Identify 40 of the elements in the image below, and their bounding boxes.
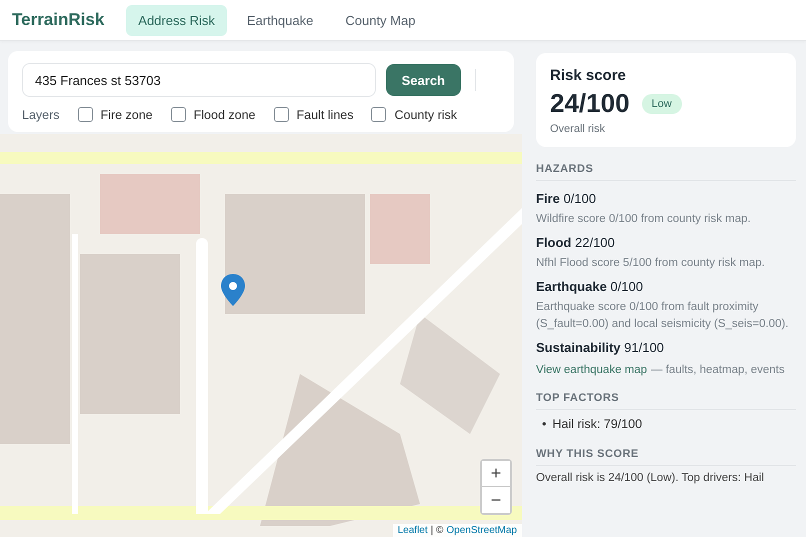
search-button[interactable]: Search (386, 64, 461, 96)
layers-label: Layers (22, 108, 60, 122)
building (370, 194, 430, 264)
hazard-title: Flood 22/100 (536, 235, 616, 250)
score-caption: Overall risk (550, 123, 606, 135)
score-explanation: Overall risk is 24/100 (Low). Top drivers: Hail (536, 472, 765, 484)
risk-score-value: 24/100 (550, 88, 630, 119)
checkbox-label: Fire zone (100, 108, 153, 122)
attribution-separator: | © (430, 525, 444, 536)
nav-tab[interactable]: Earthquake (234, 4, 326, 36)
bullet: • (542, 416, 546, 432)
zoom-in-button[interactable]: + (482, 461, 510, 487)
checkbox[interactable] (78, 107, 93, 122)
hazard-description: Earthquake score 0/100 from fault proximity (S_fault=0.00) and local seismicity (S_seis=0.00). (536, 300, 790, 332)
leaflet-link[interactable]: Leaflet (398, 525, 428, 536)
nav-tab[interactable]: Address Risk (126, 4, 227, 36)
card-title: Risk score (550, 67, 627, 84)
hazard-title: Fire 0/100 (536, 191, 597, 206)
section-heading: TOP FACTORS (536, 376, 796, 410)
openstreetmap-link[interactable]: OpenStreetMap (446, 525, 517, 536)
checkbox[interactable] (371, 107, 386, 122)
link-note: — faults, heatmap, events (651, 364, 785, 376)
section-heading: HAZARDS (536, 147, 796, 181)
checkbox-label: County risk (394, 108, 458, 122)
hazard-description: Nfhl Flood score 5/100 from county risk map. (536, 256, 766, 271)
section-heading: WHY THIS SCORE (536, 432, 796, 466)
checkbox-label: Fault lines (296, 108, 354, 122)
risk-level-badge: Low (642, 94, 682, 114)
factor-item: Hail risk: 79/100 (552, 416, 642, 432)
checkbox[interactable] (274, 107, 288, 122)
hazard-description: Wildfire score 0/100 from county risk map. (536, 212, 752, 227)
address-input[interactable]: 435 Frances st 53703 (22, 63, 376, 97)
checkbox[interactable] (170, 107, 186, 122)
nav-tab[interactable]: County Map (333, 4, 428, 36)
app-logo-text: TerrainRisk (12, 10, 104, 30)
hazard-title: Earthquake 0/100 (536, 279, 644, 294)
map-pin-icon[interactable] (221, 274, 245, 306)
hazard-title: Sustainability 91/100 (536, 340, 665, 355)
earthquake-map-link[interactable]: View earthquake map (536, 364, 648, 376)
checkbox-label: Flood zone (194, 108, 256, 122)
